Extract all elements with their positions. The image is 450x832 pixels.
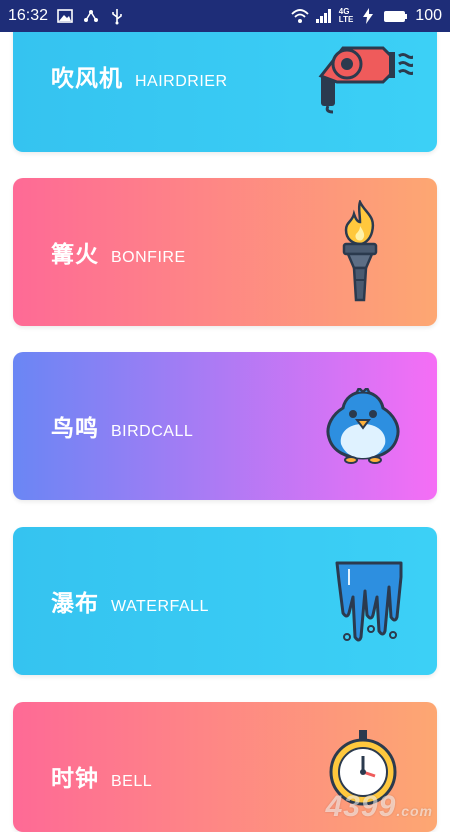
- battery-icon: [383, 7, 409, 25]
- watermark-text: 4399: [325, 790, 397, 823]
- card-title-cn: 吹风机: [51, 66, 123, 92]
- status-time: 16:32: [8, 7, 49, 24]
- sound-list: 吹风机 HAIRDRIER 篝火 BONFIRE 鸟鸣 BIRDCALL 瀑布 …: [0, 0, 450, 832]
- hairdryer-icon: [318, 46, 413, 114]
- watermark: 4399.com: [326, 790, 433, 824]
- signal-icon: [315, 7, 333, 25]
- card-title-en: BELL: [111, 773, 153, 790]
- watermark-suffix: .com: [396, 803, 433, 819]
- card-bonfire[interactable]: 篝火 BONFIRE: [13, 178, 437, 326]
- card-title-cn: 时钟: [51, 766, 99, 792]
- network-type: 4G LTE: [339, 8, 354, 24]
- card-title-en: BIRDCALL: [111, 423, 194, 440]
- card-label: 时钟 BELL: [51, 759, 152, 793]
- card-title-en: BONFIRE: [111, 249, 186, 266]
- card-waterfall[interactable]: 瀑布 WATERFALL: [13, 527, 437, 675]
- card-label: 篝火 BONFIRE: [51, 235, 186, 269]
- card-title-en: WATERFALL: [111, 598, 209, 615]
- network-share-icon: [82, 7, 100, 25]
- card-label: 瀑布 WATERFALL: [51, 584, 209, 618]
- waterfall-icon: [335, 561, 403, 642]
- card-title-cn: 瀑布: [51, 591, 99, 617]
- card-label: 吹风机 HAIRDRIER: [51, 59, 228, 93]
- card-title-cn: 鸟鸣: [51, 416, 99, 442]
- card-title-en: HAIRDRIER: [135, 73, 228, 90]
- card-birdcall[interactable]: 鸟鸣 BIRDCALL: [13, 352, 437, 500]
- bird-icon: [326, 388, 400, 464]
- image-icon: [56, 7, 74, 25]
- card-title-cn: 篝火: [51, 242, 99, 268]
- network-type-sub: LTE: [338, 15, 354, 24]
- torch-icon: [342, 200, 378, 302]
- battery-level: 100: [415, 7, 442, 24]
- usb-icon: [108, 7, 126, 25]
- charging-icon: [359, 7, 377, 25]
- wifi-icon: [291, 7, 309, 25]
- status-bar: 16:32 4G LTE 100: [0, 0, 450, 32]
- card-label: 鸟鸣 BIRDCALL: [51, 409, 193, 443]
- card-bell[interactable]: 时钟 BELL 4399.com: [13, 702, 437, 832]
